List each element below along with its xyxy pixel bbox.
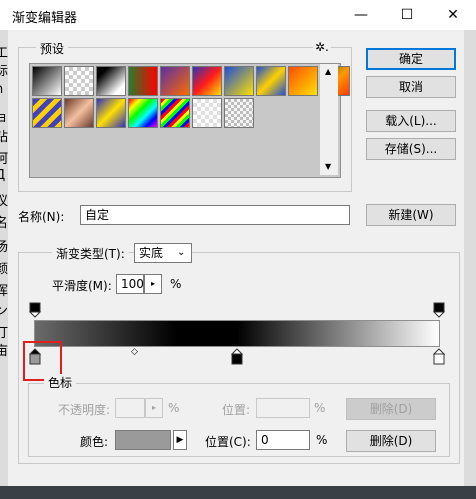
- preset-swatch[interactable]: [256, 66, 286, 96]
- minimize-button[interactable]: —: [338, 0, 384, 30]
- opacity-location-label: 位置:: [222, 403, 251, 417]
- color-location-label: 位置(C):: [205, 435, 251, 449]
- name-input[interactable]: 自定: [80, 205, 350, 225]
- opacity-stop-right[interactable]: [432, 302, 446, 318]
- color-stop-right[interactable]: [432, 348, 446, 365]
- opacity-stepper-icon[interactable]: ▸: [145, 398, 163, 418]
- preset-swatch[interactable]: [160, 66, 190, 96]
- opacity-location-input[interactable]: [256, 398, 310, 418]
- background-edge-char: 标: [0, 64, 9, 79]
- background-edge-char: 议: [0, 194, 9, 209]
- maximize-button[interactable]: ☐: [384, 0, 430, 30]
- preset-swatch[interactable]: [32, 66, 62, 96]
- background-edge-char: ョ: [0, 110, 9, 125]
- opacity-label: 不透明度:: [58, 403, 111, 417]
- preset-scrollbar[interactable]: ▲ ▼: [320, 64, 338, 175]
- ok-button[interactable]: 确定: [366, 48, 456, 70]
- background-edge-char: Д: [0, 168, 6, 183]
- gradient-type-select[interactable]: 实底 ⌄: [134, 243, 192, 263]
- midpoint-diamond-icon[interactable]: ◇: [131, 347, 138, 357]
- preset-swatch[interactable]: [96, 98, 126, 128]
- close-icon: ✕: [447, 7, 459, 23]
- preset-swatch[interactable]: [160, 98, 190, 128]
- scroll-up-icon[interactable]: ▲: [325, 67, 331, 76]
- cancel-button[interactable]: 取消: [366, 76, 456, 98]
- preset-swatch[interactable]: [128, 98, 158, 128]
- preset-swatch[interactable]: [224, 98, 254, 128]
- background-app-right: [464, 30, 476, 499]
- scroll-down-icon[interactable]: ▼: [325, 162, 331, 171]
- background-edge-char: 亩: [0, 344, 9, 359]
- smoothness-stepper-icon[interactable]: ▸: [144, 274, 162, 294]
- preset-swatch[interactable]: [32, 98, 62, 128]
- background-edge-char: 颜: [0, 262, 9, 277]
- preset-swatch[interactable]: [224, 66, 254, 96]
- gradient-type-label: 渐变类型(T):: [52, 245, 129, 262]
- opacity-stop-left[interactable]: [28, 302, 42, 318]
- preset-swatch[interactable]: [192, 98, 222, 128]
- delete-color-button[interactable]: 删除(D): [346, 430, 436, 452]
- background-edge-char: 汤: [0, 240, 9, 255]
- color-label: 颜色:: [80, 435, 109, 449]
- background-edge-char: 晖: [0, 284, 9, 299]
- color-location-input[interactable]: 0: [256, 430, 310, 450]
- background-edge-char: 工: [0, 46, 9, 61]
- title-bar: 渐变编辑器 — ☐ ✕: [0, 0, 476, 30]
- opacity-unit: %: [168, 401, 180, 415]
- smoothness-input[interactable]: 100: [116, 274, 144, 294]
- load-button[interactable]: 载入(L)...: [366, 110, 456, 132]
- stop-color-swatch[interactable]: [115, 430, 171, 450]
- maximize-icon: ☐: [400, 7, 414, 23]
- background-edge-char: 钻: [0, 130, 9, 145]
- preset-swatch[interactable]: [96, 66, 126, 96]
- background-edge-char: 名: [0, 216, 9, 231]
- chevron-down-icon: ⌄: [177, 247, 186, 258]
- preset-swatch[interactable]: [288, 66, 318, 96]
- background-edge-char: 汀: [0, 326, 9, 341]
- save-button[interactable]: 存储(S)...: [366, 138, 456, 160]
- opacity-input[interactable]: [115, 398, 145, 418]
- close-button[interactable]: ✕: [430, 0, 476, 30]
- new-button[interactable]: 新建(W): [366, 204, 456, 226]
- background-edge-char: 呵: [0, 152, 9, 167]
- preset-swatch[interactable]: [64, 98, 94, 128]
- name-label: 名称(N):: [18, 210, 65, 224]
- color-location-unit: %: [316, 433, 328, 447]
- stops-label: 色标: [44, 374, 77, 391]
- color-menu-arrow-icon[interactable]: ▶: [173, 430, 187, 450]
- preset-swatch[interactable]: [128, 66, 158, 96]
- background-edge-char: ン: [0, 304, 9, 319]
- color-stop-middle[interactable]: [230, 348, 244, 365]
- smoothness-unit: %: [170, 277, 182, 291]
- gradient-type-value: 实底: [139, 246, 164, 260]
- preset-swatch[interactable]: [64, 66, 94, 96]
- background-app-bottom: [0, 486, 476, 499]
- window-title: 渐变编辑器: [12, 11, 78, 26]
- gear-icon[interactable]: ✲.: [313, 40, 331, 54]
- preset-swatch[interactable]: [192, 66, 222, 96]
- preset-swatch-panel: [29, 63, 350, 178]
- background-edge-char: h: [0, 82, 3, 97]
- presets-label: 预设: [36, 40, 69, 57]
- minimize-icon: —: [354, 7, 368, 23]
- delete-opacity-button[interactable]: 删除(D): [346, 398, 436, 420]
- smoothness-label: 平滑度(M):: [52, 279, 112, 293]
- gradient-preview-bar[interactable]: [34, 320, 440, 347]
- opacity-location-unit: %: [314, 401, 326, 415]
